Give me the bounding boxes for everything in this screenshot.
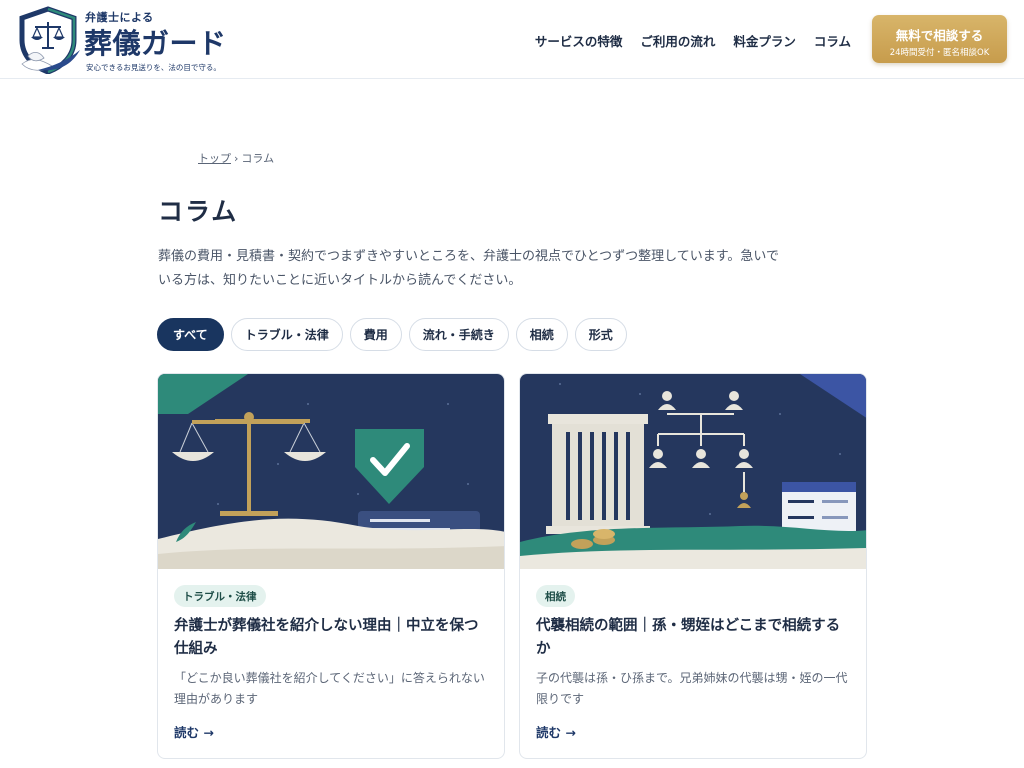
nav-link-flow[interactable]: ご利用の流れ	[640, 31, 715, 50]
article-description: 子の代襲は孫・ひ孫まで。兄弟姉妹の代襲は甥・姪の一代限りです	[536, 671, 848, 706]
filter-inheritance[interactable]: 相続	[515, 318, 568, 351]
article-title: 弁護士が葬儀社を紹介しない理由｜中立を保つ仕組み	[174, 617, 479, 657]
nav-link-features[interactable]: サービスの特徴	[535, 31, 623, 50]
breadcrumb: トップ › コラム	[198, 150, 274, 166]
breadcrumb-separator: ›	[234, 152, 239, 165]
cta-sub-label: 24時間受付・匿名相談OK	[889, 48, 990, 58]
nav-link-pricing[interactable]: 料金プラン	[733, 31, 796, 50]
logo-tagline: 安心できるお見送りを、法の目で守る。	[86, 63, 221, 72]
site-logo[interactable]: 弁護士による 葬儀ガード 安心できるお見送りを、法の目で守る。	[18, 6, 227, 74]
article-title: 代襲相続の範囲｜孫・甥姪はどこまで相続するか	[536, 617, 841, 657]
category-filters: すべて トラブル・法律 費用 流れ・手続き 相続 形式	[157, 318, 627, 351]
logo-wordmark: 葬儀ガード	[84, 27, 227, 60]
breadcrumb-home-link[interactable]: トップ	[198, 152, 231, 165]
filter-all[interactable]: すべて	[157, 318, 224, 351]
filter-flow-procedure[interactable]: 流れ・手続き	[408, 318, 509, 351]
category-badge: トラブル・法律	[174, 585, 266, 607]
page-title: コラム	[158, 197, 239, 226]
article-description: 「どこか良い葬儀社を紹介してください」に答えられない理由があります	[174, 671, 485, 706]
scales-shield-logo-icon	[19, 6, 80, 74]
category-badge: 相続	[536, 585, 575, 607]
family-tree-illustration	[520, 374, 866, 569]
main-nav: サービスの特徴 ご利用の流れ 料金プラン コラム	[535, 31, 851, 49]
read-more-link[interactable]: 読む →	[536, 722, 576, 741]
article-card[interactable]: トラブル・法律 弁護士が葬儀社を紹介しない理由｜中立を保つ仕組み 「どこか良い葬…	[157, 373, 505, 759]
article-card[interactable]: 相続 代襲相続の範囲｜孫・甥姪はどこまで相続するか 子の代襲は孫・ひ孫まで。兄弟…	[519, 373, 867, 759]
free-consultation-button[interactable]: 無料で相談する 24時間受付・匿名相談OK	[872, 15, 1007, 63]
breadcrumb-current: コラム	[241, 152, 275, 165]
nav-link-column[interactable]: コラム	[814, 31, 851, 50]
site-header: 弁護士による 葬儀ガード 安心できるお見送りを、法の目で守る。 サービスの特徴 …	[0, 0, 1024, 79]
page-lead: 葬儀の費用・見積書・契約でつまずきやすいところを、弁護士の視点でひとつずつ整理し…	[158, 249, 780, 288]
scales-shield-illustration	[158, 374, 504, 569]
cta-main-label: 無料で相談する	[895, 28, 984, 43]
filter-cost[interactable]: 費用	[349, 318, 402, 351]
filter-format[interactable]: 形式	[574, 318, 627, 351]
read-more-link[interactable]: 読む →	[174, 722, 214, 741]
filter-trouble-law[interactable]: トラブル・法律	[230, 318, 343, 351]
